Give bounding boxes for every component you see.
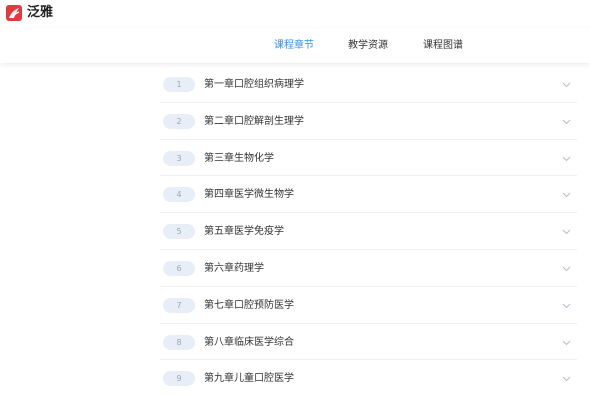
brand-name[interactable]: 泛雅 [27,4,53,22]
chevron-down-icon[interactable] [562,301,571,310]
chapter-title[interactable]: 第七章口腔预防医学 [204,298,294,313]
chapter-number-badge: 2 [163,113,195,129]
chapter-list: 1 第一章口腔组织病理学 2 第二章口腔解剖生理学 3 第三章生物化学 4 第四… [160,66,577,397]
tab-course-chapters[interactable]: 课程章节 [274,39,314,52]
chapter-number-badge: 7 [163,297,195,313]
chevron-down-icon[interactable] [562,264,571,273]
chapter-number-badge: 1 [163,77,195,92]
chevron-down-icon[interactable] [562,374,571,383]
chapter-row[interactable]: 8 第八章临床医学综合 [160,324,577,361]
chapter-row[interactable]: 7 第七章口腔预防医学 [160,287,577,324]
chapter-title[interactable]: 第五章医学免疫学 [204,224,284,239]
chapter-title[interactable]: 第三章生物化学 [204,151,274,166]
fanya-logo-icon[interactable] [6,5,22,21]
chevron-down-icon[interactable] [562,338,571,347]
chapter-number-badge: 5 [163,224,195,240]
chapter-row[interactable]: 6 第六章药理学 [160,250,577,287]
chapter-title[interactable]: 第四章医学微生物学 [204,187,294,202]
chevron-down-icon[interactable] [562,227,571,236]
chevron-down-icon[interactable] [562,117,571,126]
course-tabs: 课程章节 教学资源 课程图谱 [0,28,590,63]
chevron-down-icon[interactable] [562,80,571,89]
chapter-row[interactable]: 5 第五章医学免疫学 [160,213,577,250]
chapter-number-badge: 6 [163,260,195,276]
chapter-row[interactable]: 4 第四章医学微生物学 [160,176,577,214]
chapter-row[interactable]: 1 第一章口腔组织病理学 [160,66,577,103]
chevron-down-icon[interactable] [562,190,571,199]
chapter-row[interactable]: 9 第九章儿童口腔医学 [160,360,577,397]
tab-course-map[interactable]: 课程图谱 [423,39,463,52]
chapter-number-badge: 3 [163,150,195,166]
chapter-title[interactable]: 第六章药理学 [204,261,264,276]
chapter-title[interactable]: 第九章儿童口腔医学 [204,371,294,386]
chapter-title[interactable]: 第八章临床医学综合 [204,335,294,350]
chapter-title[interactable]: 第一章口腔组织病理学 [204,77,304,92]
chapter-row[interactable]: 2 第二章口腔解剖生理学 [160,103,577,140]
chapter-number-badge: 8 [163,334,195,350]
tab-teaching-resources[interactable]: 教学资源 [348,39,388,52]
chapter-number-badge: 4 [163,187,195,203]
chevron-down-icon[interactable] [562,154,571,163]
chapter-number-badge: 9 [163,371,195,387]
chapter-row[interactable]: 3 第三章生物化学 [160,140,577,177]
chapter-title[interactable]: 第二章口腔解剖生理学 [204,114,304,129]
top-bar: 泛雅 [0,0,590,28]
